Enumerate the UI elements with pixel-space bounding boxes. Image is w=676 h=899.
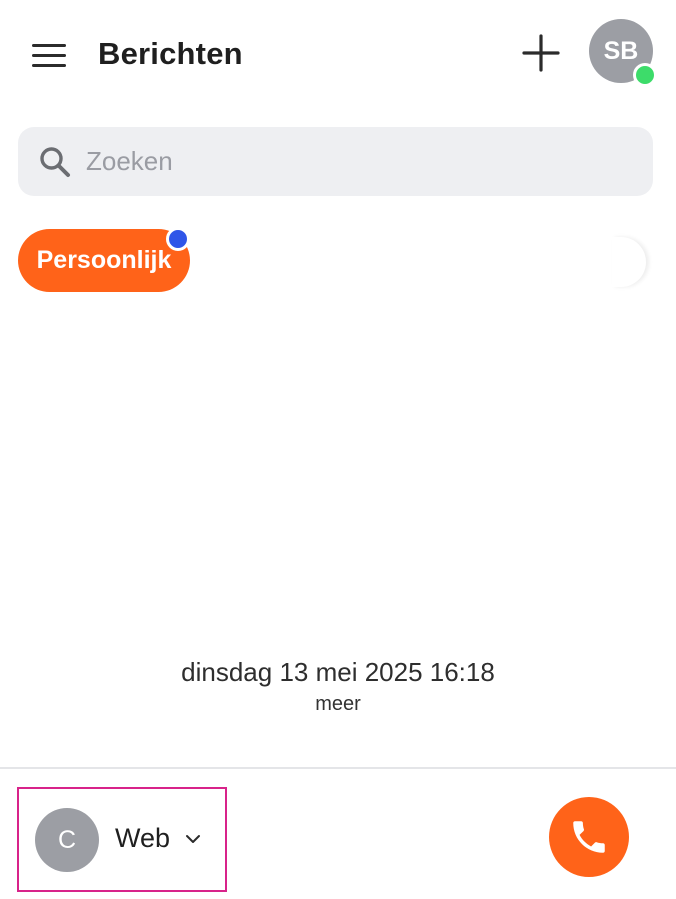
phone-icon [573,821,605,853]
presence-indicator [633,63,657,87]
call-button[interactable] [549,797,629,877]
header: Berichten SB [0,0,676,110]
unread-dot [166,227,190,251]
line-avatar: C [35,808,99,872]
new-message-button[interactable] [516,28,566,78]
search-bar[interactable] [18,127,653,196]
footer-divider [0,767,676,769]
line-label: Web [115,823,171,853]
search-input[interactable] [86,141,626,181]
chevron-down-icon [186,835,200,843]
menu-button[interactable] [28,36,72,74]
more-link[interactable]: meer [0,693,676,716]
search-icon [40,147,70,177]
hamburger-menu-icon-bar [32,53,66,57]
page-title: Berichten [98,36,243,71]
messages-app: Berichten SB Persoonlijk dinsdag 13 mei … [0,0,676,899]
chips-scroll-edge [612,237,646,287]
hamburger-menu-icon [32,43,66,47]
line-selector[interactable]: C Web [17,787,227,892]
plus-icon [522,34,560,72]
conversation-timestamp: dinsdag 13 mei 2025 16:18 [181,657,495,687]
hamburger-menu-icon-bar [32,63,66,67]
chip-persoonlijk[interactable]: Persoonlijk [18,229,190,292]
